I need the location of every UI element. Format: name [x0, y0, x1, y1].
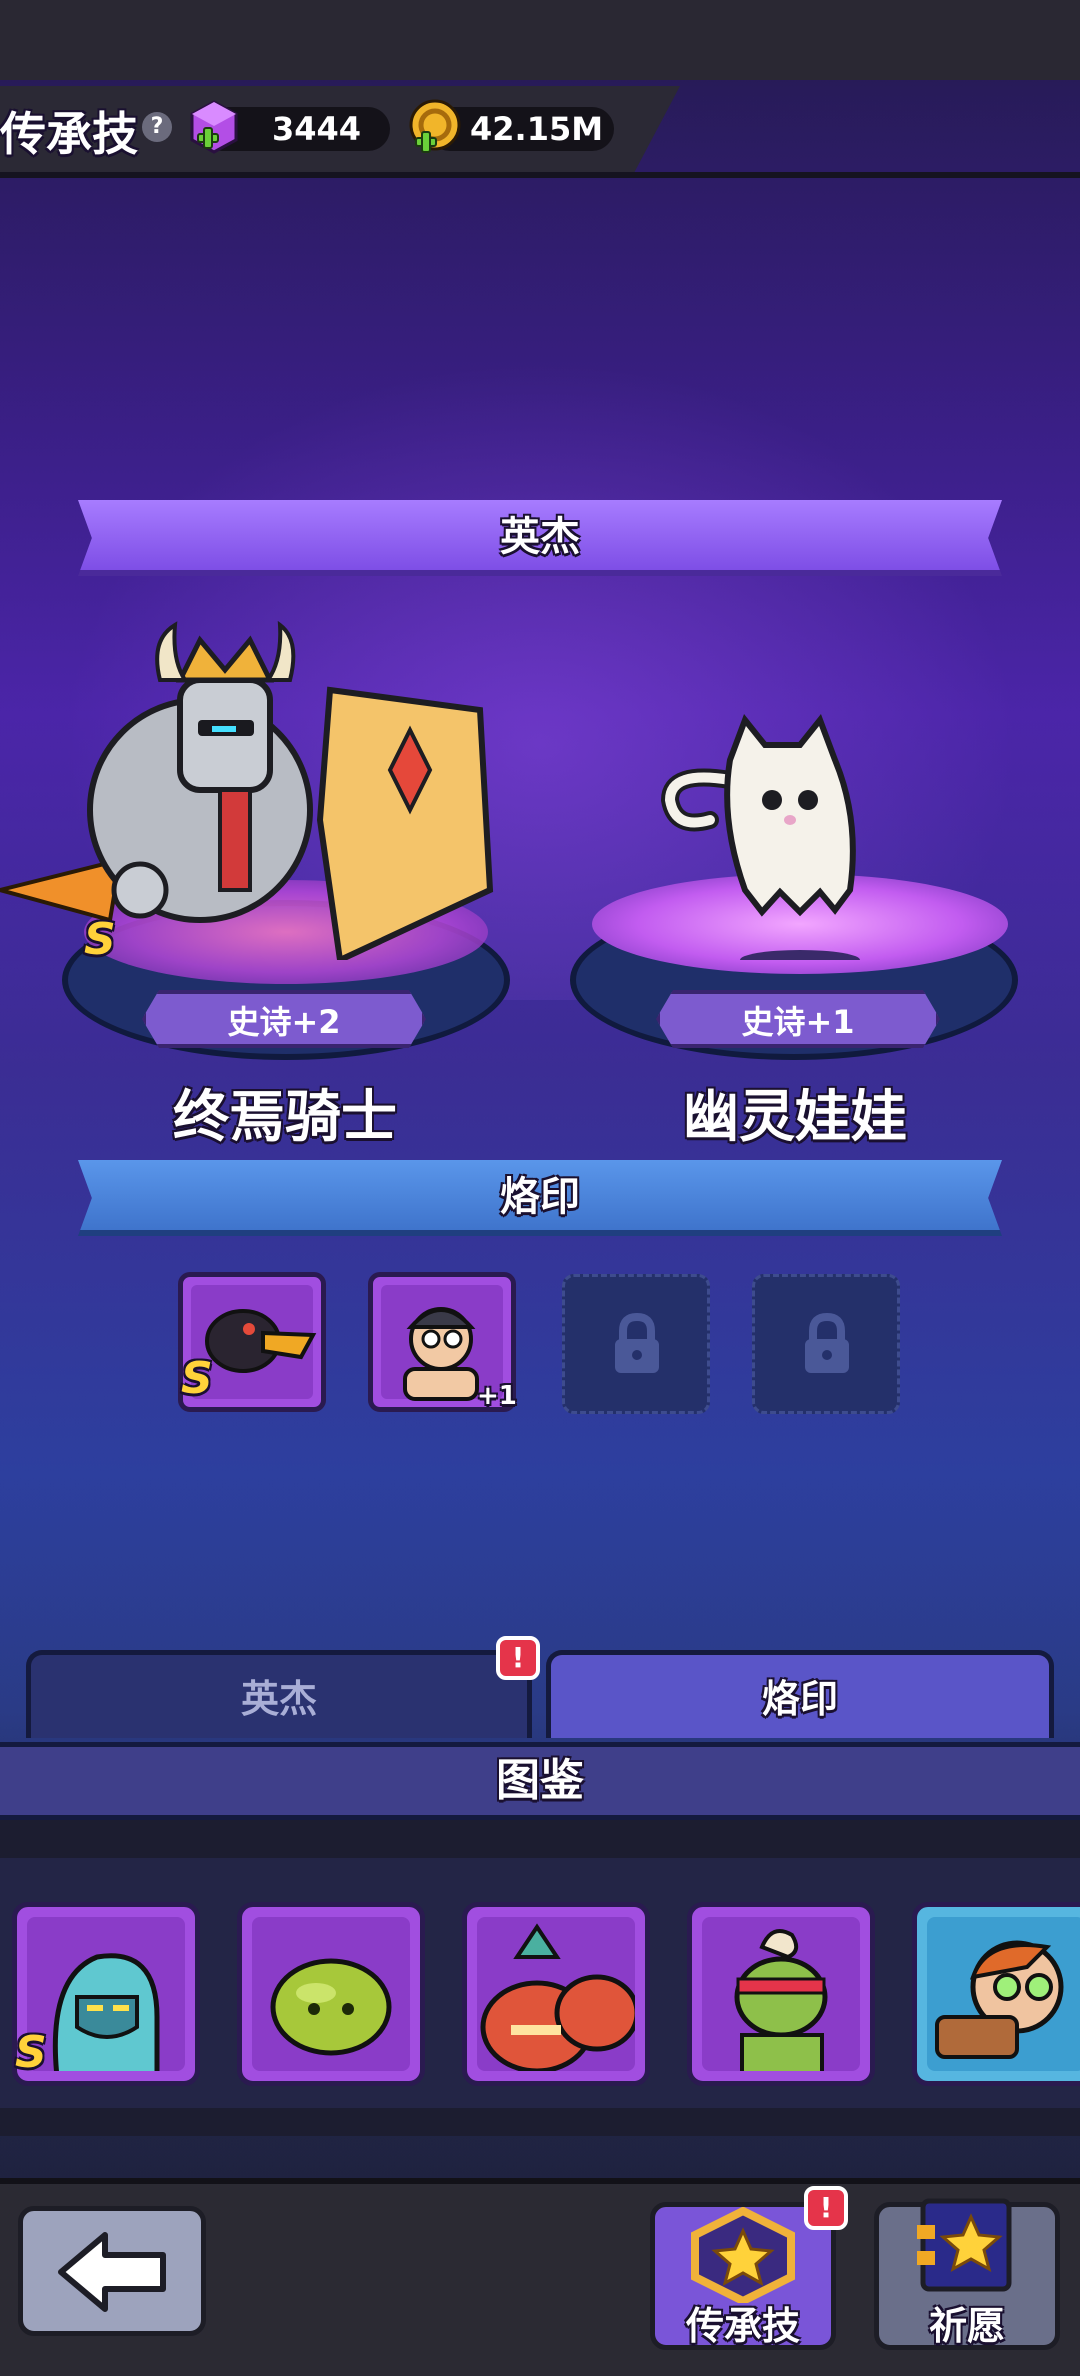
lock-icon	[615, 1313, 659, 1373]
imprint-slot-2[interactable]: +1	[368, 1272, 517, 1412]
tab-heroes-alert-badge: !	[496, 1636, 540, 1680]
legacy-alert-badge: !	[804, 2186, 848, 2230]
catalog-card-1[interactable]: S	[12, 1902, 200, 2086]
hero-rarity-right: 史诗+1	[656, 990, 940, 1048]
imprint-level-badge: +1	[477, 1381, 517, 1411]
question-icon[interactable]: ?	[142, 112, 172, 142]
tab-heroes[interactable]: 英杰	[26, 1650, 532, 1738]
hero-rarity-left: 史诗+2	[142, 990, 426, 1048]
wish-button[interactable]: 祈愿	[874, 2198, 1060, 2350]
catalog-card-4[interactable]	[687, 1902, 875, 2086]
hero-ghost-doll[interactable]	[650, 700, 910, 970]
star-badge-icon	[691, 2207, 795, 2303]
catalog-card-2[interactable]	[237, 1902, 425, 2086]
catalog-title: 图鉴	[0, 1742, 1080, 1820]
back-button[interactable]	[18, 2206, 206, 2336]
gold-coin-icon[interactable]	[406, 98, 464, 156]
legacy-skill-label: 传承技	[685, 2304, 800, 2348]
catalog-card-3[interactable]	[462, 1902, 650, 2086]
imprint-grade-badge: S	[181, 1353, 213, 1404]
heroes-banner: 英杰	[78, 500, 1002, 576]
gold-amount: 42.15M	[470, 110, 604, 148]
hero-name-right: 幽灵娃娃	[683, 1085, 907, 1150]
back-arrow-icon	[58, 2232, 166, 2312]
gem-icon[interactable]	[188, 100, 240, 156]
imprint-slot-4-locked[interactable]	[752, 1274, 900, 1414]
spellbook-icon	[917, 2198, 1012, 2292]
hero-doom-knight[interactable]	[0, 620, 500, 965]
hero-grade-badge: S	[84, 914, 116, 965]
hero-name-left: 终焉骑士	[173, 1085, 397, 1150]
page-title: 传承技	[0, 107, 138, 161]
lock-icon	[805, 1313, 849, 1373]
imprint-banner: 烙印	[78, 1160, 1002, 1236]
imprint-slot-3-locked[interactable]	[562, 1274, 710, 1414]
imprint-slot-1[interactable]: S	[178, 1272, 326, 1412]
wish-label: 祈愿	[928, 2304, 1005, 2348]
status-bar	[0, 0, 1080, 80]
catalog-card-grade: S	[15, 2027, 47, 2078]
gem-amount: 3444	[272, 110, 362, 148]
tab-imprint[interactable]: 烙印	[546, 1650, 1054, 1738]
top-bar-divider	[0, 172, 1080, 178]
catalog-card-5[interactable]	[912, 1902, 1080, 2086]
